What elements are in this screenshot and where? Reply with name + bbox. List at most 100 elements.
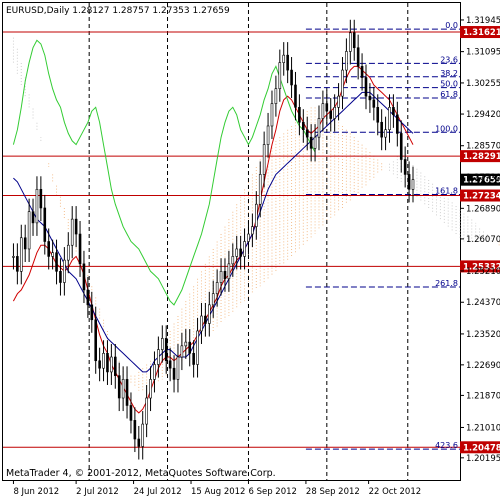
candle-body (258, 174, 262, 205)
candle-body (223, 271, 227, 280)
candle-body (368, 95, 372, 101)
candle-body (137, 438, 141, 447)
candle-body (298, 107, 301, 123)
candle-body (31, 211, 35, 224)
candle-body (164, 338, 168, 362)
fibo-label: 100.0 (435, 124, 458, 133)
y-tick-label: 1.31945 (466, 16, 500, 26)
candle-body (59, 271, 62, 283)
candle-body (262, 144, 266, 175)
candle-body (12, 256, 15, 258)
candle-body (23, 237, 27, 250)
candle-body (349, 32, 352, 52)
candle-body (270, 103, 274, 127)
candle-body (243, 241, 246, 257)
candle-body (160, 338, 164, 350)
y-tick-label: 1.29420 (466, 110, 500, 120)
candle-body (121, 379, 125, 399)
candle-body (94, 319, 98, 362)
candle-body (168, 360, 172, 369)
candle-body (294, 84, 297, 108)
candle-body (364, 77, 368, 97)
candle-body (388, 107, 391, 131)
candle-body (70, 218, 74, 246)
candle-body (251, 226, 254, 235)
candle-body (286, 54, 289, 71)
candle-body (19, 237, 23, 272)
y-tick-label: 1.26070 (466, 235, 500, 245)
chart: 1.316211.282911.272341.253321.204781.276… (0, 0, 500, 500)
candle-body (98, 360, 101, 369)
candle-body (255, 203, 258, 227)
candle-body (55, 252, 58, 272)
candle-body (133, 420, 137, 440)
candle-body (157, 349, 160, 365)
candle-body (399, 133, 403, 160)
candle-body (184, 341, 188, 347)
candle-body (16, 256, 19, 272)
y-axis: 1.31945 1.31095 1.30255 1.29420 1.28570 1.277… (460, 16, 500, 464)
candle-body (86, 289, 90, 306)
y-tick-label: 1.24370 (466, 298, 500, 308)
fibo-label: 161.8 (435, 187, 458, 196)
candle-body (204, 315, 207, 324)
candle-body (235, 248, 239, 257)
y-tick-label: 1.23520 (466, 330, 500, 340)
candle-body (321, 103, 325, 119)
candle-body (372, 99, 376, 108)
candle-body (78, 233, 82, 265)
candle-body (396, 114, 399, 134)
level-tag-label: 1.28291 (463, 152, 500, 162)
x-tick-label: 8 Jun 2012 (13, 487, 59, 497)
candle-body (106, 352, 109, 373)
x-tick-label: 24 Jul 2012 (134, 487, 182, 497)
candle-body (231, 256, 235, 265)
x-tick-label: 28 Sep 2012 (306, 487, 360, 497)
candle-body (352, 32, 356, 49)
level-tag-label: 1.20478 (463, 443, 500, 453)
candle-body (149, 379, 152, 399)
x-tick-label: 15 Aug 2012 (191, 487, 245, 497)
candle-body (211, 293, 215, 306)
y-tick-label: 1.25210 (466, 267, 500, 277)
candle-body (196, 330, 199, 365)
x-tick-label: 6 Sep 2012 (248, 487, 296, 497)
candle-body (360, 66, 364, 78)
candle-body (407, 174, 411, 190)
candle-body (200, 315, 203, 332)
candle-body (325, 103, 329, 112)
x-tick-label: 2 Jul 2012 (76, 487, 119, 497)
candle-body (266, 125, 270, 145)
candle-body (282, 54, 286, 63)
candle-body (376, 107, 380, 123)
candle-body (227, 263, 231, 280)
candle-body (82, 263, 86, 291)
candle-body (356, 47, 360, 67)
y-tick-label: 1.21010 (466, 423, 500, 433)
candle-body (74, 218, 78, 235)
candle-body (411, 179, 415, 190)
candle-body (302, 121, 305, 131)
candle-body (239, 248, 242, 257)
candle-body (125, 379, 129, 406)
candle-body (317, 118, 321, 138)
y-tick-label: 1.21870 (466, 391, 500, 401)
candle-body (102, 352, 105, 369)
candle-body (172, 367, 176, 380)
candle-body (274, 88, 278, 104)
candle-body (117, 375, 121, 399)
candle-body (329, 110, 333, 119)
y-tick-label: 1.27730 (466, 173, 500, 183)
fibo-label: 61.8 (440, 90, 458, 99)
level-tag-label: 1.27234 (463, 192, 500, 202)
candle-body (51, 252, 54, 257)
fibo-label: 423.6 (435, 441, 458, 450)
candle-body (380, 121, 383, 138)
candle-body (145, 397, 148, 425)
y-tick-label: 1.26890 (466, 204, 500, 214)
candle-body (392, 107, 395, 116)
candle-body (345, 51, 348, 71)
candle-body (290, 69, 293, 86)
candle-body (337, 95, 340, 108)
fibo-label: 50.0 (440, 80, 458, 89)
